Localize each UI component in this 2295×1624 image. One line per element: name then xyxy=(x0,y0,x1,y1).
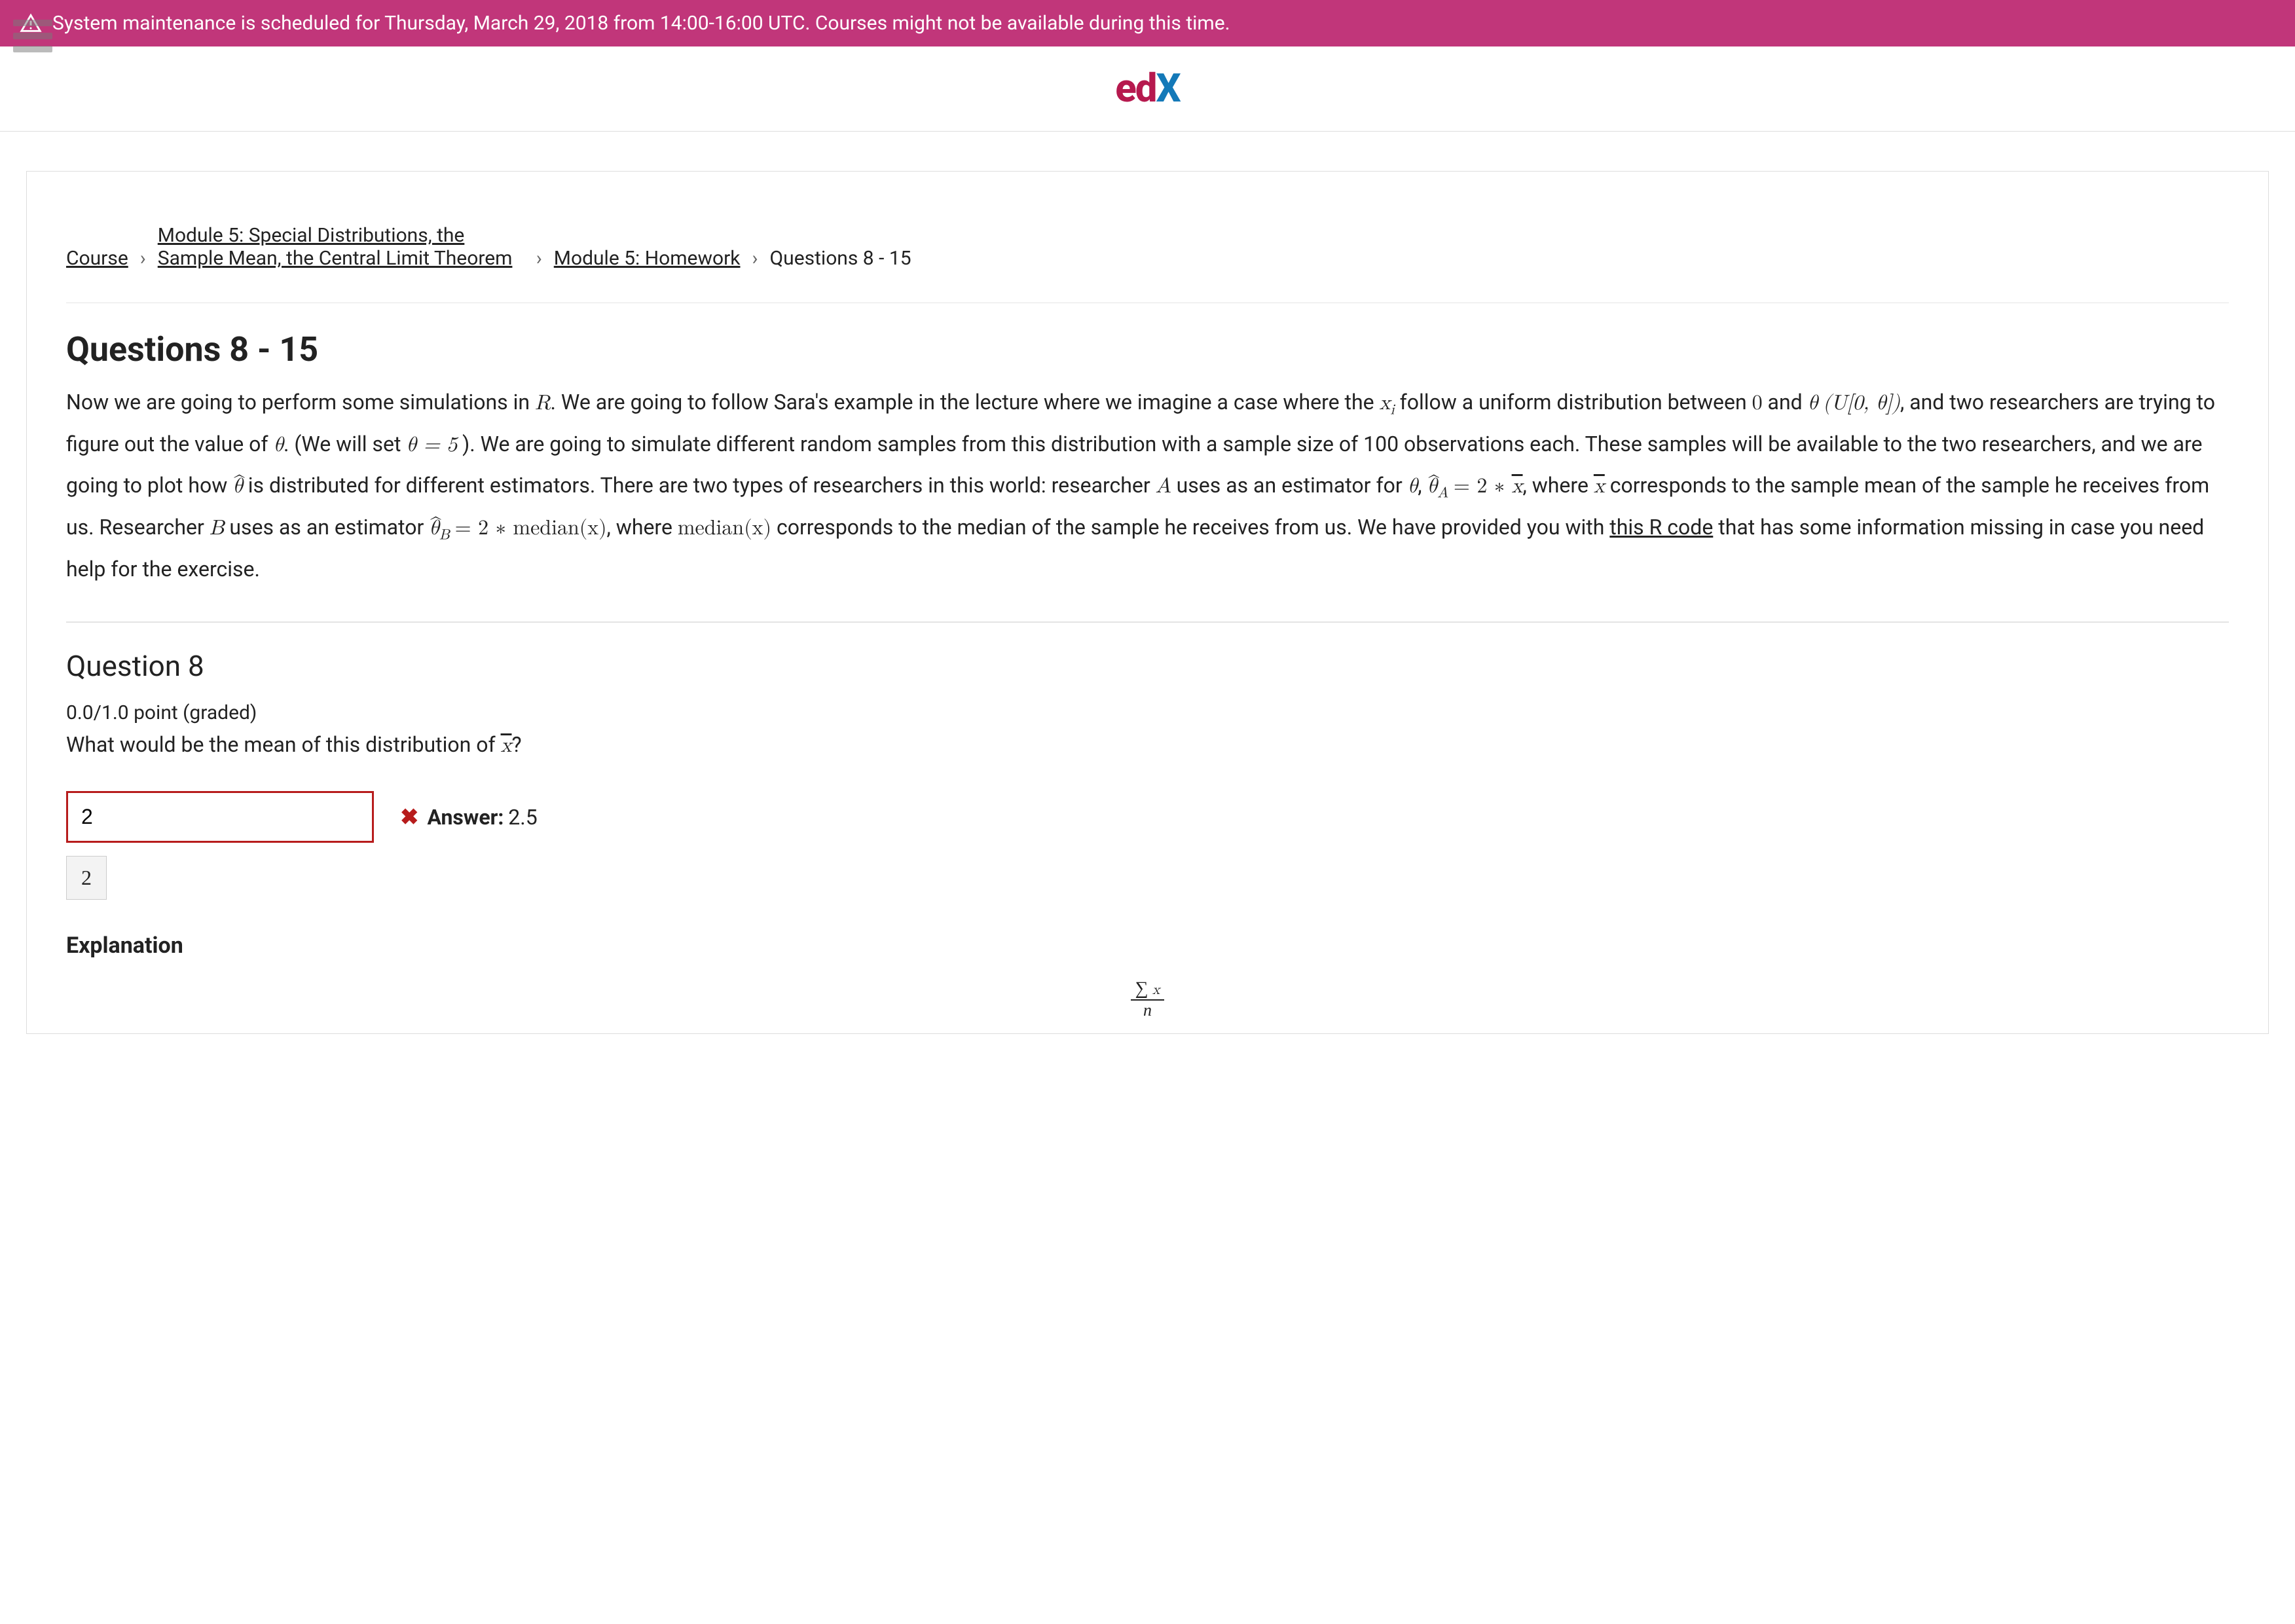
math-xi: xi xyxy=(1380,393,1395,414)
math-x: x xyxy=(1152,983,1160,997)
math-xbar: x xyxy=(501,735,512,756)
intro-text: follow a uniform distribution between xyxy=(1400,390,1752,415)
banner-text: System maintenance is scheduled for Thur… xyxy=(52,12,1230,35)
math-A: A xyxy=(1156,476,1171,497)
intro-text: Now we are going to perform some simulat… xyxy=(66,390,535,415)
chevron-right-icon: › xyxy=(536,247,542,270)
answer-label: Answer: xyxy=(427,805,504,830)
breadcrumb-homework[interactable]: Module 5: Homework xyxy=(554,247,741,270)
math-fraction: ∑ x n xyxy=(1131,978,1164,1020)
math-uniform: (U[0, θ]) xyxy=(1823,393,1900,414)
maintenance-banner: System maintenance is scheduled for Thur… xyxy=(0,0,2295,46)
hamburger-menu-icon[interactable] xyxy=(13,16,52,56)
answer-input[interactable] xyxy=(66,791,374,843)
question-grade: 0.0/1.0 point (graded) xyxy=(66,701,2229,724)
math-theta: θ xyxy=(1808,393,1818,414)
math-theta-hat-B: θ xyxy=(429,518,439,539)
answer-row: ✖ Answer: 2.5 xyxy=(66,791,2229,843)
prompt-text: What would be the mean of this distribut… xyxy=(66,732,501,757)
explanation-body: ∑ x n xyxy=(66,978,2229,1020)
answer-echo: 2 xyxy=(66,856,107,900)
intro-paragraph: Now we are going to perform some simulat… xyxy=(66,382,2229,623)
math-median: median(x) xyxy=(678,518,771,539)
breadcrumb-current: Questions 8 - 15 xyxy=(770,247,911,270)
math-B: B xyxy=(210,518,225,539)
answer-feedback: ✖ Answer: 2.5 xyxy=(400,804,538,830)
intro-text: uses as an estimator for xyxy=(1177,473,1408,498)
intro-text: , where xyxy=(607,515,678,540)
chevron-right-icon: › xyxy=(752,247,758,270)
math-eq: = 2 ∗ median(x) xyxy=(455,518,607,539)
intro-text: uses as an estimator xyxy=(229,515,429,540)
breadcrumb-course[interactable]: Course xyxy=(66,247,128,270)
math-zero: 0 xyxy=(1752,393,1763,414)
content-card: Course › Module 5: Special Distributions… xyxy=(26,171,2269,1034)
chevron-right-icon: › xyxy=(140,247,146,270)
math-eq: = 2 ∗ xyxy=(1454,476,1512,497)
question-title: Question 8 xyxy=(66,649,2229,683)
math-n: n xyxy=(1131,1001,1164,1020)
math-R: R xyxy=(535,393,551,414)
math-xbar: x xyxy=(1512,476,1523,497)
answer-value-num: 2.5 xyxy=(508,805,537,830)
math-theta-hat-A: θ xyxy=(1427,476,1437,497)
explanation-heading: Explanation xyxy=(66,932,2229,959)
edx-logo[interactable]: edX xyxy=(1115,65,1180,111)
logo-x: X xyxy=(1156,65,1180,111)
site-header: edX xyxy=(0,46,2295,132)
intro-text: . (We will set xyxy=(284,432,406,456)
math-eq: θ = 5 xyxy=(406,435,457,456)
intro-text: , where xyxy=(1523,473,1594,498)
math-theta: θ xyxy=(273,435,284,456)
logo-d: d xyxy=(1135,65,1156,111)
math-theta: θ xyxy=(1408,476,1418,497)
intro-text: and xyxy=(1768,390,1808,415)
question-prompt: What would be the mean of this distribut… xyxy=(66,732,2229,758)
math-theta-hat: θ xyxy=(232,476,243,497)
r-code-link[interactable]: this R code xyxy=(1609,515,1713,540)
logo-e: e xyxy=(1115,65,1135,111)
math-xbar: x xyxy=(1594,476,1605,497)
page-title: Questions 8 - 15 xyxy=(66,329,2229,369)
intro-text: . We are going to follow Sara's example … xyxy=(551,390,1380,415)
intro-text: is distributed for different estimators.… xyxy=(248,473,1156,498)
breadcrumb-module[interactable]: Module 5: Special Distributions, the Sam… xyxy=(158,224,524,270)
intro-text: corresponds to the median of the sample … xyxy=(777,515,1609,540)
math-sigma: ∑ xyxy=(1135,978,1148,999)
incorrect-icon: ✖ xyxy=(400,804,419,830)
prompt-text: ? xyxy=(511,732,521,757)
breadcrumb: Course › Module 5: Special Distributions… xyxy=(66,224,2229,303)
